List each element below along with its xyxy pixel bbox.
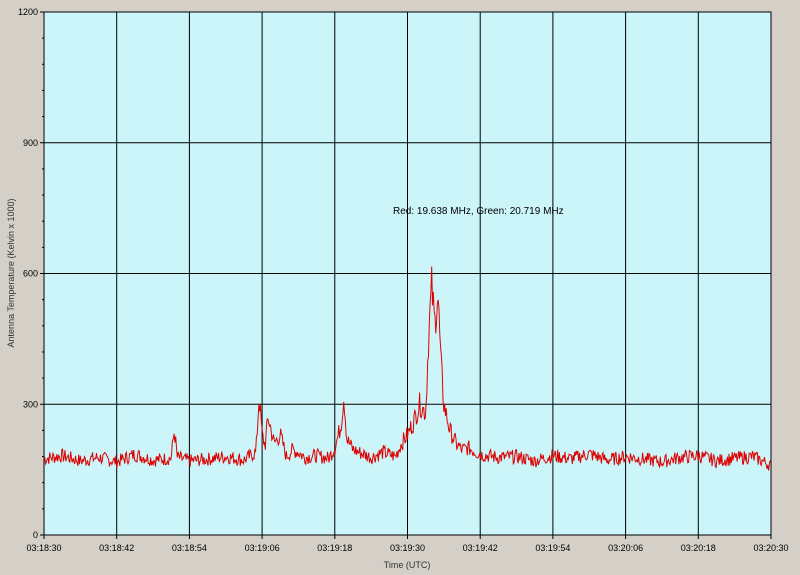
y-tick-label: 600: [23, 269, 38, 279]
x-tick-label: 03:18:54: [172, 543, 207, 553]
x-tick-label: 03:19:06: [245, 543, 280, 553]
y-axis-title: Antenna Temperature (Kelvin x 1000): [6, 199, 16, 348]
x-tick-label: 03:19:42: [463, 543, 498, 553]
chart-annotation: Red: 19.638 MHz, Green: 20.719 MHz: [393, 206, 564, 217]
x-tick-label: 03:18:30: [26, 543, 61, 553]
y-tick-label: 1200: [18, 7, 38, 17]
y-tick-labels: 0 300 600 900 1200: [18, 7, 38, 540]
x-tick-label: 03:19:54: [535, 543, 570, 553]
x-axis-title: Time (UTC): [384, 560, 431, 570]
x-tick-label: 03:20:18: [681, 543, 716, 553]
chart: 03006009001200 03:18:30 03:18:42 03:18:54 0…: [6, 7, 789, 570]
x-tick-labels: 03:18:30 03:18:42 03:18:54 03:19:06 03:19:18…: [26, 543, 788, 553]
x-tick-label: 03:18:42: [99, 543, 134, 553]
x-tick-label: 03:20:06: [608, 543, 643, 553]
y-tick-label: 300: [23, 399, 38, 409]
y-tick-label: 0: [33, 530, 38, 540]
y-tick-label: 900: [23, 138, 38, 148]
x-tick-label: 03:20:30: [753, 543, 788, 553]
x-tick-label: 03:19:30: [390, 543, 425, 553]
x-tick-label: 03:19:18: [317, 543, 352, 553]
